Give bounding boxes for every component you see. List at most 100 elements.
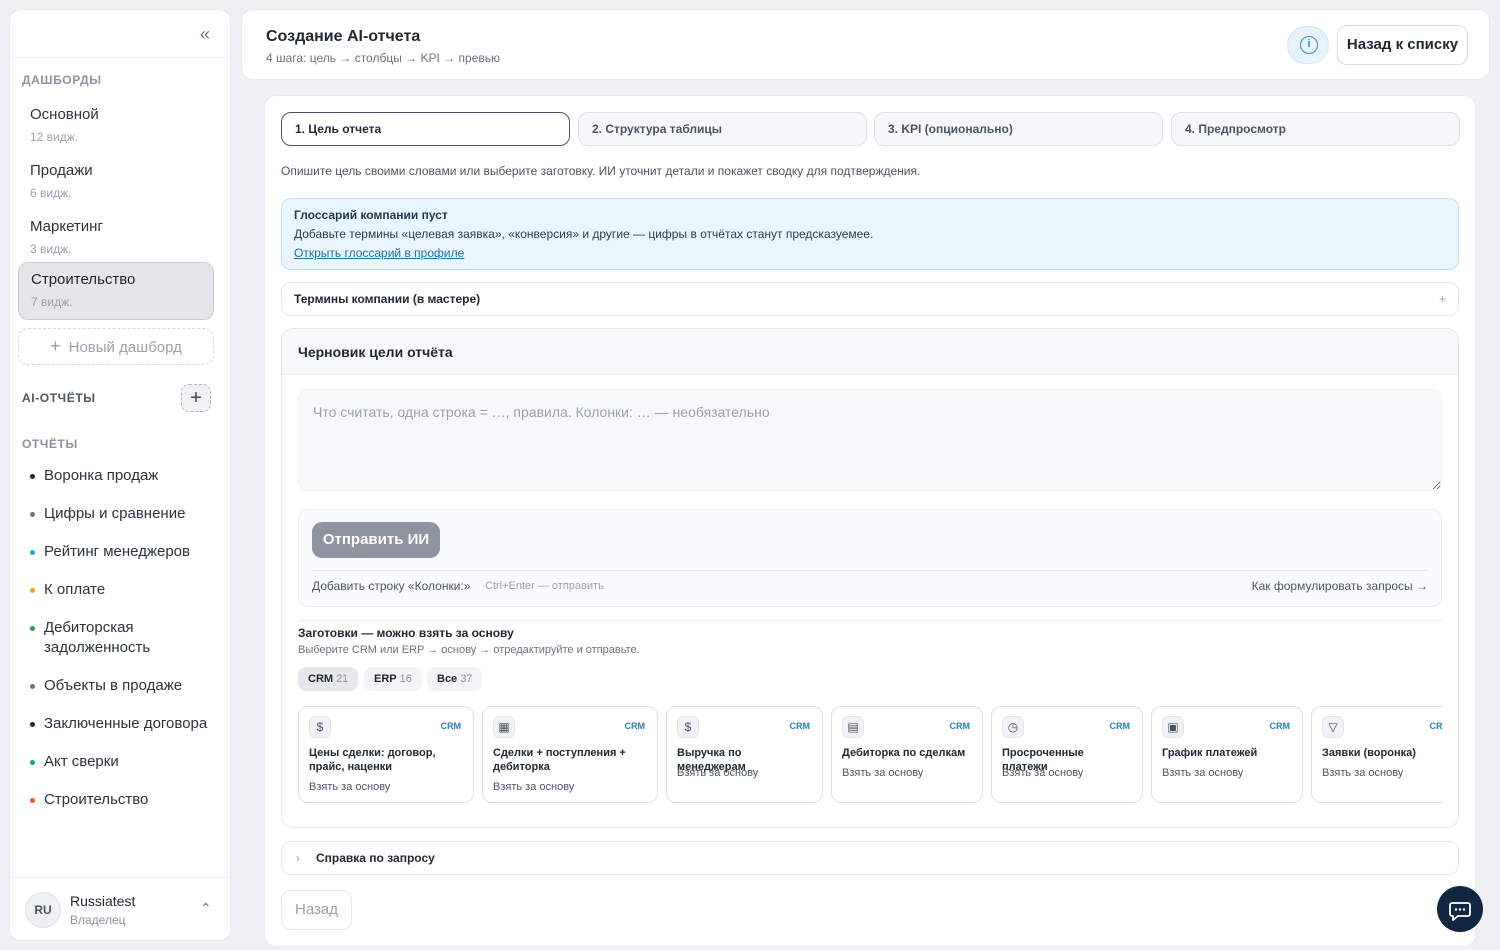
- templates-subtitle: Выберите CRM или ERP → основу → отредакт…: [298, 644, 640, 656]
- template-card[interactable]: ▤ CRM Дебиторка по сделкам Взять за осно…: [831, 706, 983, 803]
- template-card[interactable]: ▦ CRM Сделки + поступления + дебиторка В…: [482, 706, 658, 803]
- query-help-toggle[interactable]: › Справка по запросу: [281, 841, 1459, 875]
- report-item[interactable]: Воронка продаж: [30, 466, 158, 486]
- dashboard-count: 12 видж.: [30, 130, 79, 144]
- goal-textarea[interactable]: [298, 389, 1442, 491]
- draft-card: Черновик цели отчёта Отправить ИИ Добави…: [281, 328, 1459, 828]
- tab-step-goal[interactable]: 1. Цель отчета: [281, 112, 570, 146]
- intro-text: Опишите цель своими словами или выберите…: [281, 164, 921, 178]
- plus-icon: +: [1438, 292, 1446, 306]
- collapse-sidebar-icon[interactable]: «: [194, 24, 216, 46]
- back-to-list-button[interactable]: Назад к списку: [1337, 25, 1468, 65]
- clipboard-icon: ▤: [842, 716, 864, 738]
- draft-title: Черновик цели отчёта: [282, 329, 1458, 375]
- send-to-ai-button[interactable]: Отправить ИИ: [312, 522, 440, 558]
- dashboard-count: 6 видж.: [30, 186, 72, 200]
- chip-label: Все: [437, 673, 458, 685]
- dashboard-name: Строительство: [31, 271, 136, 288]
- dashboard-item-main[interactable]: Основной 12 видж.: [18, 98, 214, 154]
- info-button[interactable]: i: [1287, 26, 1329, 64]
- take-as-base-link[interactable]: Взять за основу: [1002, 767, 1083, 779]
- back-button[interactable]: Назад: [281, 890, 352, 930]
- chevron-right-icon: ›: [296, 851, 300, 865]
- report-item[interactable]: Рейтинг менеджеров: [30, 542, 190, 562]
- template-tag: CRM: [1429, 721, 1444, 731]
- take-as-base-link[interactable]: Взять за основу: [1162, 767, 1243, 779]
- filter-chip-erp[interactable]: ERP 16: [364, 667, 422, 691]
- filter-chip-all[interactable]: Все 37: [427, 667, 483, 691]
- open-glossary-link[interactable]: Открыть глоссарий в профиле: [294, 246, 464, 260]
- chat-icon: [1449, 902, 1471, 921]
- dashboard-count: 3 видж.: [30, 242, 72, 256]
- ai-reports-heading: AI-ОТЧЁТЫ: [22, 391, 96, 405]
- new-dashboard-button[interactable]: + Новый дашборд: [18, 328, 214, 365]
- calendar-icon: ▣: [1162, 716, 1184, 738]
- info-icon: i: [1300, 36, 1318, 54]
- take-as-base-link[interactable]: Взять за основу: [677, 767, 758, 779]
- template-tag: CRM: [440, 721, 462, 731]
- color-dot-icon: [30, 722, 35, 727]
- take-as-base-link[interactable]: Взять за основу: [1322, 767, 1403, 779]
- color-dot-icon: [30, 588, 35, 593]
- chat-button[interactable]: [1437, 886, 1483, 932]
- report-item[interactable]: Цифры и сравнение: [30, 504, 185, 524]
- template-card[interactable]: ▽ CRM Заявки (воронка) Взять за основу: [1311, 706, 1443, 803]
- take-as-base-link[interactable]: Взять за основу: [842, 767, 923, 779]
- filter-icon: ▽: [1322, 716, 1344, 738]
- user-role: Владелец: [70, 913, 126, 927]
- template-card[interactable]: $ CRM Цены сделки: договор, прайс, нацен…: [298, 706, 474, 803]
- report-name: Цифры и сравнение: [44, 505, 186, 522]
- glossary-title: Глоссарий компании пуст: [294, 208, 448, 222]
- dashboard-item-construction[interactable]: Строительство 7 видж.: [18, 262, 214, 320]
- chip-count: 21: [336, 673, 349, 685]
- color-dot-icon: [30, 512, 35, 517]
- sidebar: « ДАШБОРДЫ Основной 12 видж. Продажи 6 в…: [9, 9, 231, 941]
- dashboard-item-marketing[interactable]: Маркетинг 3 видж.: [18, 210, 214, 266]
- report-name: К оплате: [44, 581, 106, 598]
- dollar-icon: $: [309, 716, 331, 738]
- report-name: Строительство: [44, 791, 149, 808]
- dashboard-name: Продажи: [30, 162, 93, 179]
- divider: [10, 57, 230, 58]
- take-as-base-link[interactable]: Взять за основу: [493, 781, 574, 793]
- tab-step-structure[interactable]: 2. Структура таблицы: [578, 112, 867, 146]
- templates-title: Заготовки — можно взять за основу: [298, 626, 514, 640]
- color-dot-icon: [30, 760, 35, 765]
- dashboard-item-sales[interactable]: Продажи 6 видж.: [18, 154, 214, 210]
- add-ai-report-button[interactable]: +: [181, 384, 211, 412]
- page-header: Создание AI-отчета 4 шага: цель → столбц…: [241, 9, 1490, 80]
- how-to-write-link[interactable]: Как формулировать запросы →: [1252, 579, 1428, 593]
- page-title: Создание AI-отчета: [266, 28, 421, 45]
- template-tag: CRM: [949, 721, 971, 731]
- report-item[interactable]: Строительство: [30, 790, 148, 810]
- company-terms-toggle[interactable]: Термины компании (в мастере) +: [281, 282, 1459, 316]
- shortcut-hint: Ctrl+Enter — отправить: [485, 580, 604, 592]
- report-item[interactable]: К оплате: [30, 580, 105, 600]
- divider: [10, 877, 230, 878]
- report-name: Рейтинг менеджеров: [44, 543, 190, 560]
- new-dashboard-label: Новый дашборд: [68, 339, 182, 356]
- add-columns-row-button[interactable]: Добавить строку «Колонки:»: [312, 579, 470, 593]
- chevron-up-icon[interactable]: ⌃: [200, 900, 212, 917]
- report-item[interactable]: Акт сверки: [30, 752, 119, 772]
- color-dot-icon: [30, 626, 35, 631]
- tab-step-kpi[interactable]: 3. KPI (опционально): [874, 112, 1163, 146]
- color-dot-icon: [30, 474, 35, 479]
- chip-label: ERP: [374, 673, 397, 685]
- report-item[interactable]: Заключенные договора: [30, 714, 207, 734]
- template-tag: CRM: [1269, 721, 1291, 731]
- report-item[interactable]: Дебиторская задолженность: [30, 618, 190, 658]
- report-item[interactable]: Объекты в продаже: [30, 676, 182, 696]
- template-title: Заявки (воронка): [1322, 747, 1416, 759]
- plus-icon: +: [190, 387, 202, 409]
- template-card[interactable]: $ CRM Выручка по менеджерам Взять за осн…: [666, 706, 823, 803]
- filter-chip-crm[interactable]: CRM 21: [298, 667, 359, 691]
- template-tag: CRM: [624, 721, 646, 731]
- template-card[interactable]: ◷ CRM Просроченные платежи Взять за осно…: [991, 706, 1143, 803]
- company-terms-label: Термины компании (в мастере): [294, 292, 481, 306]
- template-card[interactable]: ▣ CRM График платежей Взять за основу: [1151, 706, 1303, 803]
- take-as-base-link[interactable]: Взять за основу: [309, 781, 390, 793]
- dashboard-count: 7 видж.: [31, 295, 73, 309]
- tab-step-preview[interactable]: 4. Предпросмотр: [1171, 112, 1460, 146]
- avatar[interactable]: RU: [25, 892, 61, 928]
